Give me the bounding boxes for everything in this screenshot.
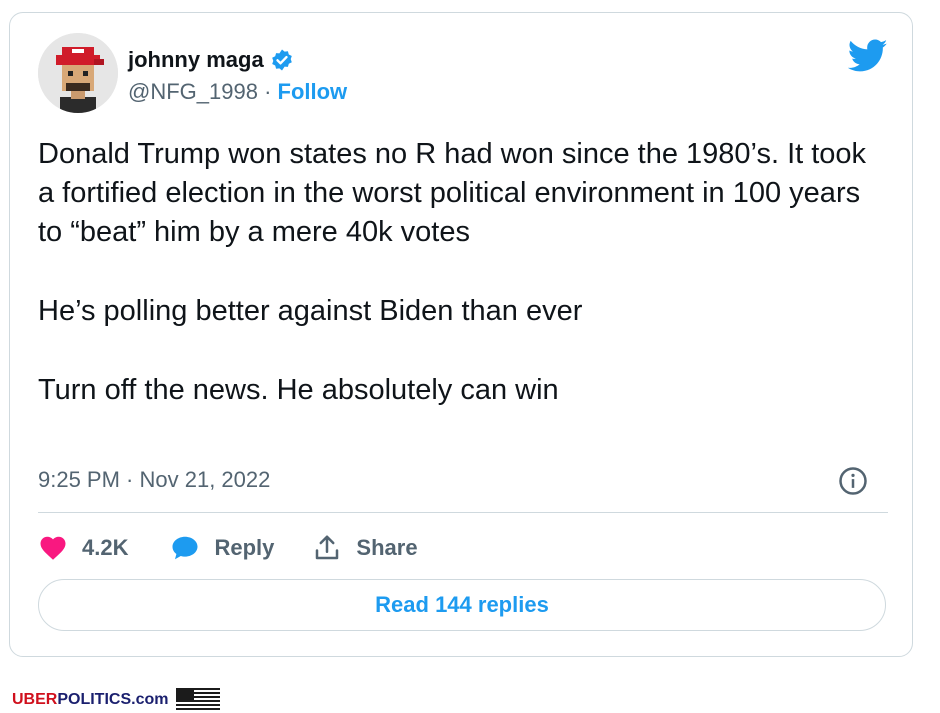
us-flag-icon — [176, 688, 221, 712]
tweet-timestamp[interactable]: 9:25 PM · Nov 21, 2022 — [38, 467, 270, 493]
like-count: 4.2K — [82, 535, 129, 560]
follow-button[interactable]: Follow — [278, 79, 348, 104]
share-icon — [316, 535, 339, 560]
reply-bubble-icon — [172, 536, 198, 560]
share-button[interactable]: Share — [312, 533, 418, 563]
tweet-text: Donald Trump won states no R had won sin… — [38, 135, 888, 410]
author-display-name[interactable]: johnny maga — [128, 47, 264, 73]
heart-icon — [40, 536, 66, 560]
avatar[interactable] — [38, 33, 118, 113]
site-watermark: UBERPOLITICS.com — [12, 688, 221, 712]
twitter-bird-icon[interactable] — [848, 39, 888, 73]
avatar-image — [38, 33, 118, 113]
author-handle[interactable]: @NFG_1998 — [128, 79, 258, 104]
read-replies-button[interactable]: Read 144 replies — [38, 579, 886, 631]
author-name-row[interactable]: johnny maga — [128, 47, 294, 73]
tweet-paragraph: Turn off the news. He absolutely can win — [38, 374, 559, 406]
tweet-paragraph: He’s polling better against Biden than e… — [38, 295, 583, 327]
author-handle-row: @NFG_1998 · Follow — [128, 79, 347, 105]
info-icon[interactable] — [838, 466, 868, 496]
tweet-embed-card: johnny maga @NFG_1998 · Follow Donald Tr… — [9, 12, 913, 657]
action-bar: 4.2K Reply Share — [38, 531, 418, 565]
share-label: Share — [356, 535, 418, 560]
reply-button[interactable]: Reply — [170, 533, 274, 563]
handle-separator: · — [257, 79, 278, 104]
reply-label: Reply — [214, 535, 275, 560]
verified-badge-icon — [271, 49, 292, 71]
watermark-text: UBERPOLITICS.com — [12, 691, 169, 708]
like-button[interactable]: 4.2K — [38, 533, 128, 563]
divider — [38, 512, 888, 513]
tweet-paragraph: Donald Trump won states no R had won sin… — [38, 138, 867, 248]
